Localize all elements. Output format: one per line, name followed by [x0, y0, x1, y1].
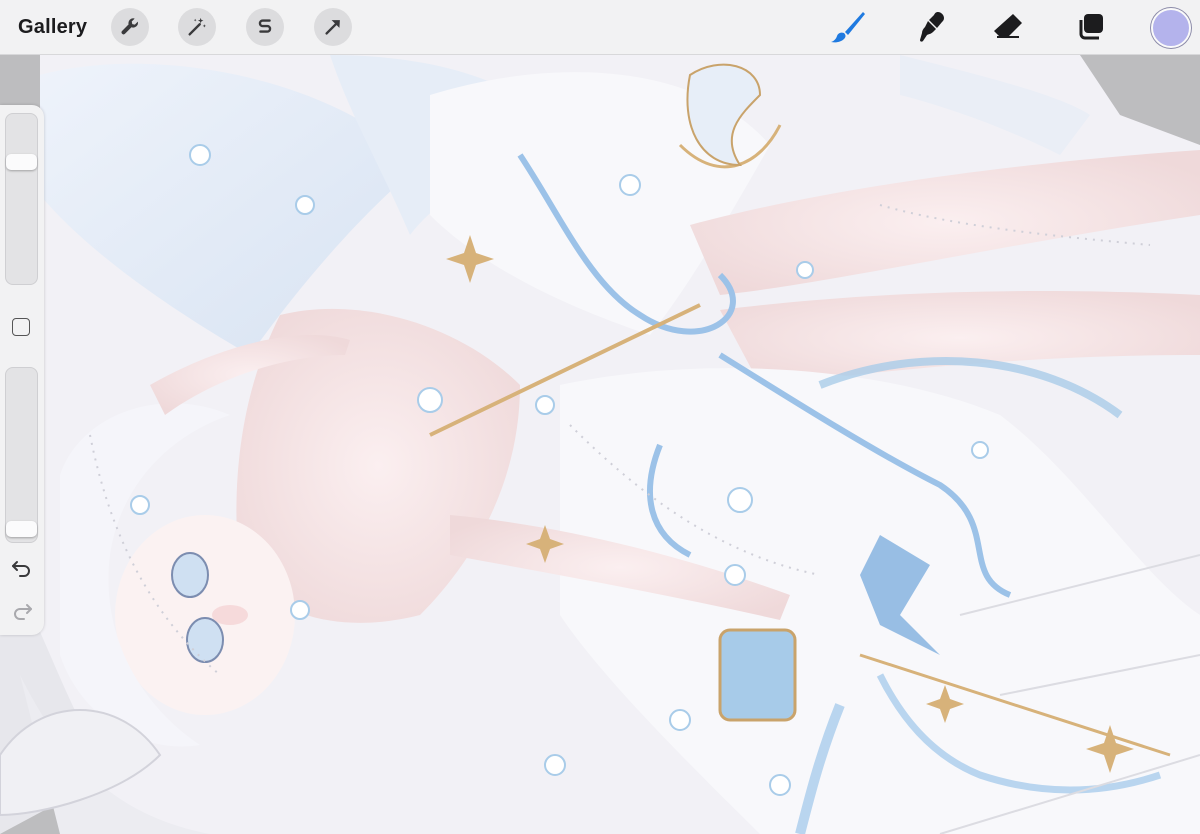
modify-button[interactable] [12, 318, 30, 336]
layers-icon [1075, 12, 1105, 42]
brush-size-slider[interactable] [5, 113, 38, 285]
opacity-thumb[interactable] [6, 521, 37, 537]
opacity-slider[interactable] [5, 367, 38, 543]
adjustments-button[interactable] [178, 8, 216, 46]
layers-button[interactable] [1070, 8, 1110, 46]
redo-icon [10, 604, 34, 625]
actions-button[interactable] [111, 8, 149, 46]
color-picker-button[interactable] [1151, 8, 1191, 48]
wrench-icon [119, 16, 141, 38]
eraser-tool-button[interactable] [988, 8, 1028, 46]
smudge-icon [917, 10, 947, 44]
smudge-tool-button[interactable] [912, 8, 952, 46]
gallery-button[interactable]: Gallery [18, 13, 87, 41]
redo-button[interactable] [10, 601, 34, 621]
eraser-icon [991, 11, 1025, 43]
brush-size-thumb[interactable] [6, 154, 37, 170]
undo-button[interactable] [10, 558, 34, 578]
brush-icon [830, 10, 866, 44]
brush-tool-button[interactable] [828, 8, 868, 46]
artwork [0, 55, 1200, 834]
transform-arrow-icon [322, 16, 344, 38]
left-sidebar [0, 105, 44, 635]
selection-s-icon [254, 16, 276, 38]
undo-icon [10, 561, 34, 582]
transform-button[interactable] [314, 8, 352, 46]
drawing-canvas[interactable] [0, 55, 1200, 834]
selection-button[interactable] [246, 8, 284, 46]
magic-wand-icon [186, 16, 208, 38]
top-toolbar: Gallery [0, 0, 1200, 55]
